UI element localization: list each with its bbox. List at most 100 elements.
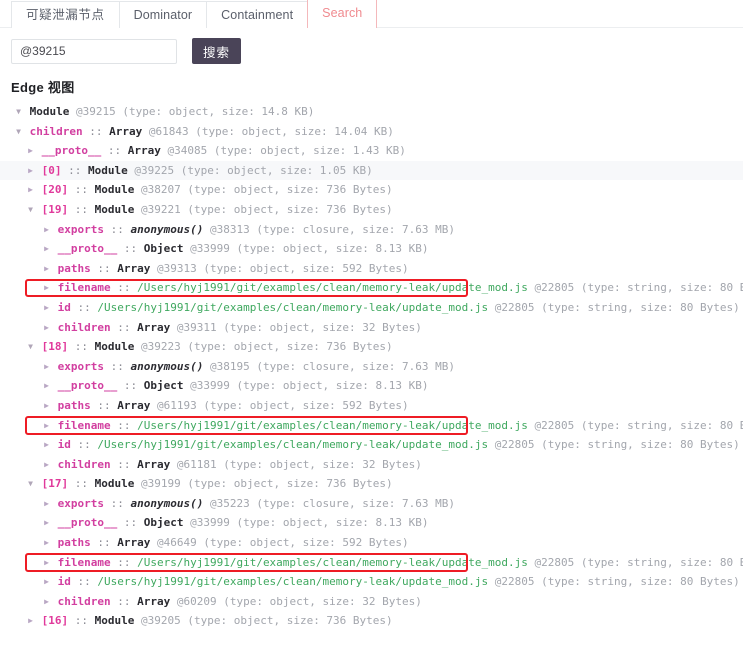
- tree-row[interactable]: ▶ children :: Array @61181 (type: object…: [0, 455, 743, 475]
- chevron-right-icon[interactable]: ▶: [42, 239, 51, 259]
- chevron-right-icon[interactable]: ▶: [26, 180, 35, 200]
- tree-node-address: @38195: [203, 359, 257, 373]
- tree-node-separator: ::: [74, 202, 95, 216]
- tree-row[interactable]: ▶ [16] :: Module @39205 (type: object, s…: [0, 611, 743, 631]
- tab-item-2[interactable]: Containment: [206, 1, 309, 28]
- tree-row[interactable]: ▶ __proto__ :: Object @33999 (type: obje…: [0, 513, 743, 533]
- tree-row-highlighted[interactable]: ▶ filename :: /Users/hyj1991/git/example…: [0, 553, 743, 573]
- tree-row[interactable]: ▶ exports :: anonymous() @35223 (type: c…: [0, 494, 743, 514]
- tab-label: 可疑泄漏节点: [26, 8, 105, 22]
- chevron-right-icon[interactable]: ▶: [42, 416, 51, 436]
- tree-node-separator: ::: [74, 340, 95, 354]
- tree-node-address: @33999: [183, 242, 237, 256]
- tree-node-separator: ::: [74, 614, 95, 628]
- tree-node-separator: ::: [74, 183, 95, 197]
- chevron-right-icon[interactable]: ▶: [26, 161, 35, 181]
- chevron-right-icon[interactable]: ▶: [42, 494, 51, 514]
- tree-row[interactable]: ▼ [18] :: Module @39223 (type: object, s…: [0, 337, 743, 357]
- tree-node-separator: ::: [117, 418, 138, 432]
- tab-search[interactable]: Search: [307, 0, 378, 28]
- chevron-down-icon[interactable]: ▼: [14, 122, 23, 142]
- tree-row[interactable]: ▶ children :: Array @60209 (type: object…: [0, 592, 743, 612]
- tree-row[interactable]: ▶ __proto__ :: Array @34085 (type: objec…: [0, 141, 743, 161]
- chevron-right-icon[interactable]: ▶: [42, 435, 51, 455]
- tree-node-address: @33999: [183, 379, 237, 393]
- tree-row[interactable]: ▶ [0] :: Module @39225 (type: object, si…: [0, 160, 743, 181]
- tree-node-meta: (type: string, size: 80 Bytes): [541, 300, 740, 314]
- tree-row[interactable]: ▼ children :: Array @61843 (type: object…: [0, 122, 743, 142]
- tree-row[interactable]: ▶ exports :: anonymous() @38313 (type: c…: [0, 220, 743, 240]
- chevron-right-icon[interactable]: ▶: [42, 376, 51, 396]
- tree-node-key: children: [51, 457, 118, 471]
- tree-row[interactable]: ▶ __proto__ :: Object @33999 (type: obje…: [0, 239, 743, 259]
- tree-row[interactable]: ▶ paths :: Array @46649 (type: object, s…: [0, 533, 743, 553]
- tree-node-key: id: [51, 438, 78, 452]
- chevron-right-icon[interactable]: ▶: [42, 318, 51, 338]
- tree-node-key: __proto__: [51, 379, 124, 393]
- tree-node-address: @22805: [527, 281, 581, 295]
- tree-row[interactable]: ▼ [19] :: Module @39221 (type: object, s…: [0, 200, 743, 220]
- tree-node-key: filename: [51, 281, 118, 295]
- tree-node-meta: (type: object, size: 32 Bytes): [223, 320, 422, 334]
- chevron-right-icon[interactable]: ▶: [42, 298, 51, 318]
- tree-node-address: @60209: [170, 594, 224, 608]
- tree-node-separator: ::: [68, 163, 88, 177]
- chevron-right-icon[interactable]: ▶: [42, 396, 51, 416]
- tree-row[interactable]: ▶ [20] :: Module @38207 (type: object, s…: [0, 180, 743, 200]
- search-input[interactable]: [11, 38, 177, 64]
- tree-node-value: Array: [127, 144, 161, 158]
- tree-row[interactable]: ▶ children :: Array @39311 (type: object…: [0, 318, 743, 338]
- chevron-down-icon[interactable]: ▼: [26, 200, 35, 220]
- tree-node-address: @39205: [134, 614, 188, 628]
- chevron-down-icon[interactable]: ▼: [26, 337, 35, 357]
- tree-node-address: @39313: [150, 261, 204, 275]
- tree-row[interactable]: ▶ exports :: anonymous() @38195 (type: c…: [0, 357, 743, 377]
- tree-row[interactable]: ▶ paths :: Array @61193 (type: object, s…: [0, 396, 743, 416]
- tree-node-separator: ::: [117, 281, 138, 295]
- tree-row[interactable]: ▶ id :: /Users/hyj1991/git/examples/clea…: [0, 572, 743, 592]
- chevron-right-icon[interactable]: ▶: [42, 572, 51, 592]
- tab-item-1[interactable]: Dominator: [118, 1, 208, 28]
- tab-item-0[interactable]: 可疑泄漏节点: [11, 1, 120, 28]
- tree-node-key: [16]: [35, 614, 75, 628]
- tree-row[interactable]: ▶ __proto__ :: Object @33999 (type: obje…: [0, 376, 743, 396]
- chevron-right-icon[interactable]: ▶: [42, 259, 51, 279]
- chevron-right-icon[interactable]: ▶: [42, 220, 51, 240]
- tree-node-address: @22805: [488, 300, 542, 314]
- tree-row[interactable]: ▶ paths :: Array @39313 (type: object, s…: [0, 259, 743, 279]
- tree-node-separator: ::: [117, 594, 138, 608]
- tree-node-key: __proto__: [51, 242, 124, 256]
- tree-node-value: Object: [143, 379, 184, 393]
- tree-node-separator: ::: [117, 320, 138, 334]
- tree-node-separator: ::: [77, 575, 98, 589]
- tree-node-key: children: [51, 320, 118, 334]
- tab-label: Containment: [221, 8, 294, 22]
- chevron-down-icon[interactable]: ▼: [14, 102, 23, 122]
- tree-node-separator: ::: [97, 536, 118, 550]
- tree-row-highlighted[interactable]: ▶ filename :: /Users/hyj1991/git/example…: [0, 278, 743, 298]
- chevron-right-icon[interactable]: ▶: [42, 592, 51, 612]
- tree-row[interactable]: ▶ id :: /Users/hyj1991/git/examples/clea…: [0, 298, 743, 318]
- tree-row[interactable]: ▼ Module @39215 (type: object, size: 14.…: [0, 102, 743, 122]
- tree-node-value: Object: [143, 242, 184, 256]
- chevron-right-icon[interactable]: ▶: [42, 513, 51, 533]
- chevron-right-icon[interactable]: ▶: [42, 533, 51, 553]
- tree-node-meta: (type: object, size: 8.13 KB): [236, 242, 429, 256]
- chevron-down-icon[interactable]: ▼: [26, 474, 35, 494]
- tree-node-meta: (type: string, size: 80 Bytes): [541, 438, 740, 452]
- tree-node-address: @61193: [150, 398, 204, 412]
- search-button[interactable]: 搜索: [192, 38, 242, 64]
- chevron-right-icon[interactable]: ▶: [42, 278, 51, 298]
- chevron-right-icon[interactable]: ▶: [26, 141, 35, 161]
- chevron-right-icon[interactable]: ▶: [42, 455, 51, 475]
- tree-node-value: Array: [117, 398, 151, 412]
- tree-node-value: /Users/hyj1991/git/examples/clean/memory…: [137, 418, 528, 432]
- tree-row[interactable]: ▶ id :: /Users/hyj1991/git/examples/clea…: [0, 435, 743, 455]
- tree-node-value: anonymous(): [130, 359, 204, 373]
- tree-node-key: filename: [51, 418, 118, 432]
- tree-row[interactable]: ▼ [17] :: Module @39199 (type: object, s…: [0, 474, 743, 494]
- tree-row-highlighted[interactable]: ▶ filename :: /Users/hyj1991/git/example…: [0, 415, 743, 436]
- chevron-right-icon[interactable]: ▶: [26, 611, 35, 631]
- chevron-right-icon[interactable]: ▶: [42, 553, 51, 573]
- chevron-right-icon[interactable]: ▶: [42, 357, 51, 377]
